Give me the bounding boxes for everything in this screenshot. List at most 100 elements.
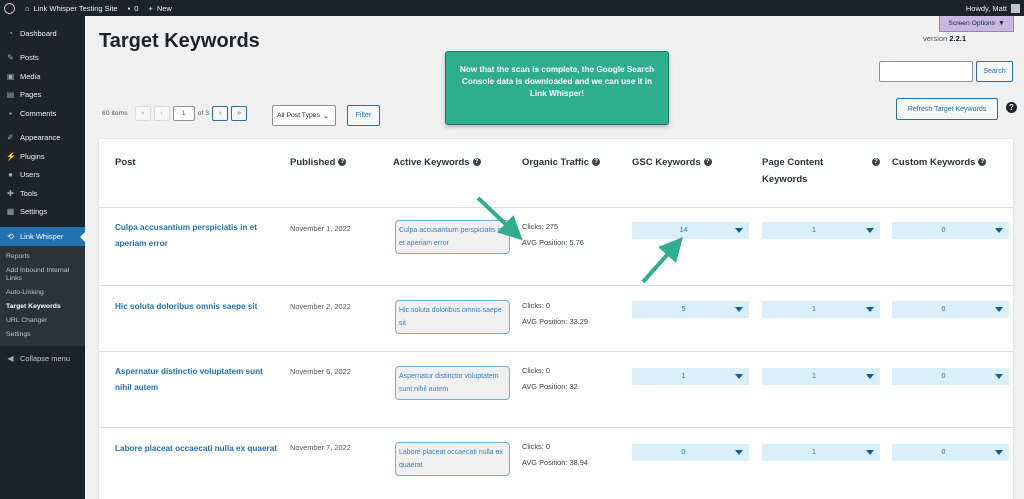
sidebar-item-pages[interactable]: ▤ Pages bbox=[0, 86, 85, 105]
column-header-published[interactable]: Published? bbox=[290, 154, 347, 171]
sidebar-item-plugins[interactable]: ⚡ Plugins bbox=[0, 147, 85, 166]
sidebar-item-comments[interactable]: ▪ Comments bbox=[0, 104, 85, 123]
post-type-select[interactable]: All Post Types ⌄ bbox=[272, 105, 336, 126]
custom-keywords-dropdown[interactable]: 0 bbox=[892, 368, 1009, 385]
sidebar-item-appearance[interactable]: ✐ Appearance bbox=[0, 129, 85, 148]
account-menu[interactable]: Howdy, Matt bbox=[966, 3, 1020, 13]
triangle-down-icon bbox=[995, 228, 1003, 233]
custom-keywords-dropdown[interactable]: 0 bbox=[892, 444, 1009, 461]
link-whisper-submenu: Reports Add Inbound Internal Links Auto-… bbox=[0, 245, 85, 346]
triangle-down-icon bbox=[735, 450, 743, 455]
column-header-post: Post bbox=[115, 157, 136, 168]
custom-keywords-dropdown[interactable]: 0 bbox=[892, 301, 1009, 318]
published-date: November 2, 2022 bbox=[290, 302, 351, 311]
plugin-icon: ⚡ bbox=[6, 151, 16, 161]
column-header-gsc-keywords[interactable]: GSC Keywords? bbox=[632, 154, 712, 171]
post-title-link[interactable]: Labore placeat occaecati nulla ex quaera… bbox=[115, 441, 280, 457]
help-icon[interactable]: ? bbox=[703, 158, 712, 166]
published-date: November 1, 2022 bbox=[290, 224, 351, 233]
submenu-auto-linking[interactable]: Auto-Linking bbox=[0, 286, 85, 300]
post-title-link[interactable]: Hic soluta doloribus omnis saepe sit bbox=[115, 299, 280, 315]
users-icon: ● bbox=[8, 170, 13, 180]
total-pages: of 3 bbox=[197, 110, 210, 117]
column-header-page-content-keywords[interactable]: Page Content Keywords? bbox=[762, 154, 880, 188]
brush-icon: ✐ bbox=[7, 133, 14, 143]
admin-bar: ⌂ Link Whisper Testing Site ▪ 0 + New Howdy… bbox=[0, 0, 1024, 16]
avatar bbox=[1011, 3, 1020, 13]
page-content-keywords-dropdown[interactable]: 1 bbox=[762, 368, 880, 385]
gsc-keywords-dropdown[interactable]: 0 bbox=[632, 444, 749, 461]
search-input[interactable] bbox=[879, 61, 973, 82]
sidebar-item-settings[interactable]: ▦ Settings bbox=[0, 203, 85, 222]
post-title-link[interactable]: Culpa accusantium perspiciatis in et ape… bbox=[115, 220, 280, 252]
callout-annotation: Now that the scan is complete, the Googl… bbox=[445, 51, 669, 125]
current-page-input[interactable]: 1 bbox=[172, 106, 195, 121]
admin-sidebar: ◔ Dashboard ✎ Posts ▣ Media ▤ Pages ▪ Comment… bbox=[0, 16, 85, 499]
page-content-keywords-dropdown[interactable]: 1 bbox=[762, 301, 880, 318]
refresh-target-keywords-button[interactable]: Refresh Target Keywords bbox=[896, 98, 998, 120]
column-header-organic-traffic[interactable]: Organic Traffic? bbox=[522, 154, 601, 171]
page-content-keywords-dropdown[interactable]: 1 bbox=[762, 222, 880, 239]
page-title: Target Keywords bbox=[99, 30, 260, 52]
search-button[interactable]: Search bbox=[976, 61, 1013, 82]
gsc-keywords-dropdown[interactable]: 1 bbox=[632, 368, 749, 385]
active-keywords-box[interactable]: Labore placeat occaecati nulla ex quaera… bbox=[395, 442, 510, 476]
link-icon: ⟲ bbox=[7, 231, 14, 241]
organic-traffic: Clicks: 0 AVG Position: 33.29 bbox=[522, 301, 589, 326]
table-row: Hic soluta doloribus omnis saepe sit Nov… bbox=[99, 285, 1015, 351]
column-header-custom-keywords[interactable]: Custom Keywords? bbox=[892, 154, 987, 171]
sidebar-item-tools[interactable]: ✚ Tools bbox=[0, 184, 85, 203]
submenu-reports[interactable]: Reports bbox=[0, 250, 85, 264]
table-row: Labore placeat occaecati nulla ex quaera… bbox=[99, 427, 1015, 499]
collapse-icon: ◀ bbox=[7, 354, 14, 364]
gsc-keywords-dropdown[interactable]: 5 bbox=[632, 301, 749, 318]
triangle-down-icon bbox=[995, 374, 1003, 379]
sidebar-item-link-whisper[interactable]: ⟲ Link Whisper bbox=[0, 227, 85, 246]
sidebar-item-media[interactable]: ▣ Media bbox=[0, 67, 85, 86]
custom-keywords-dropdown[interactable]: 0 bbox=[892, 222, 1009, 239]
submenu-add-inbound-links[interactable]: Add Inbound Internal Links bbox=[0, 264, 85, 286]
triangle-down-icon bbox=[866, 450, 874, 455]
prev-page-button[interactable]: ‹ bbox=[153, 106, 170, 121]
sidebar-item-users[interactable]: ● Users bbox=[0, 166, 85, 185]
comment-icon: ▪ bbox=[9, 108, 12, 118]
active-keywords-box[interactable]: Aspernatur distinctio voluptatem sunt ni… bbox=[395, 366, 510, 400]
column-header-active-keywords[interactable]: Active Keywords? bbox=[393, 154, 481, 171]
submenu-settings[interactable]: Settings bbox=[0, 328, 85, 342]
post-title-link[interactable]: Aspernatur distinctio voluptatem sunt ni… bbox=[115, 364, 280, 396]
active-keywords-box[interactable]: Hic soluta doloribus omnis saepe sit bbox=[395, 300, 510, 334]
triangle-down-icon bbox=[866, 307, 874, 312]
settings-icon: ▦ bbox=[6, 207, 15, 217]
published-date: November 6, 2022 bbox=[290, 367, 351, 376]
triangle-down-icon bbox=[866, 374, 874, 379]
help-icon[interactable]: ? bbox=[872, 158, 880, 166]
sidebar-item-posts[interactable]: ✎ Posts bbox=[0, 49, 85, 68]
triangle-down-icon bbox=[995, 450, 1003, 455]
filter-button[interactable]: Filter bbox=[347, 105, 380, 126]
last-page-button[interactable]: » bbox=[231, 106, 248, 121]
help-icon[interactable]: ? bbox=[338, 158, 347, 166]
triangle-down-icon bbox=[866, 228, 874, 233]
help-icon[interactable]: ? bbox=[978, 158, 987, 166]
arrow-annotation-icon bbox=[641, 237, 683, 284]
help-icon[interactable]: ? bbox=[592, 158, 601, 166]
page-content-keywords-dropdown[interactable]: 1 bbox=[762, 444, 880, 461]
first-page-button[interactable]: « bbox=[134, 106, 151, 121]
help-icon[interactable]: ? bbox=[472, 158, 481, 166]
comments-link[interactable]: ▪ 0 bbox=[128, 4, 139, 13]
collapse-menu-button[interactable]: ◀ Collapse menu bbox=[0, 350, 85, 369]
site-name-link[interactable]: ⌂ Link Whisper Testing Site bbox=[25, 4, 118, 13]
triangle-down-icon bbox=[995, 307, 1003, 312]
submenu-url-changer[interactable]: URL Changer bbox=[0, 314, 85, 328]
screen-options-button[interactable]: Screen Options ▼ bbox=[939, 16, 1014, 32]
main-content: Target Keywords Screen Options ▼ version … bbox=[85, 16, 1024, 499]
chevron-down-icon: ⌄ bbox=[322, 112, 329, 120]
sidebar-item-dashboard[interactable]: ◔ Dashboard bbox=[0, 24, 85, 43]
wordpress-logo-icon[interactable] bbox=[4, 2, 15, 14]
help-icon[interactable]: ? bbox=[1006, 102, 1017, 113]
next-page-button[interactable]: › bbox=[212, 106, 229, 121]
new-content-link[interactable]: + New bbox=[148, 4, 171, 13]
submenu-target-keywords[interactable]: Target Keywords bbox=[0, 300, 85, 314]
triangle-down-icon: ▼ bbox=[998, 20, 1005, 27]
wrench-icon: ✚ bbox=[7, 188, 14, 198]
